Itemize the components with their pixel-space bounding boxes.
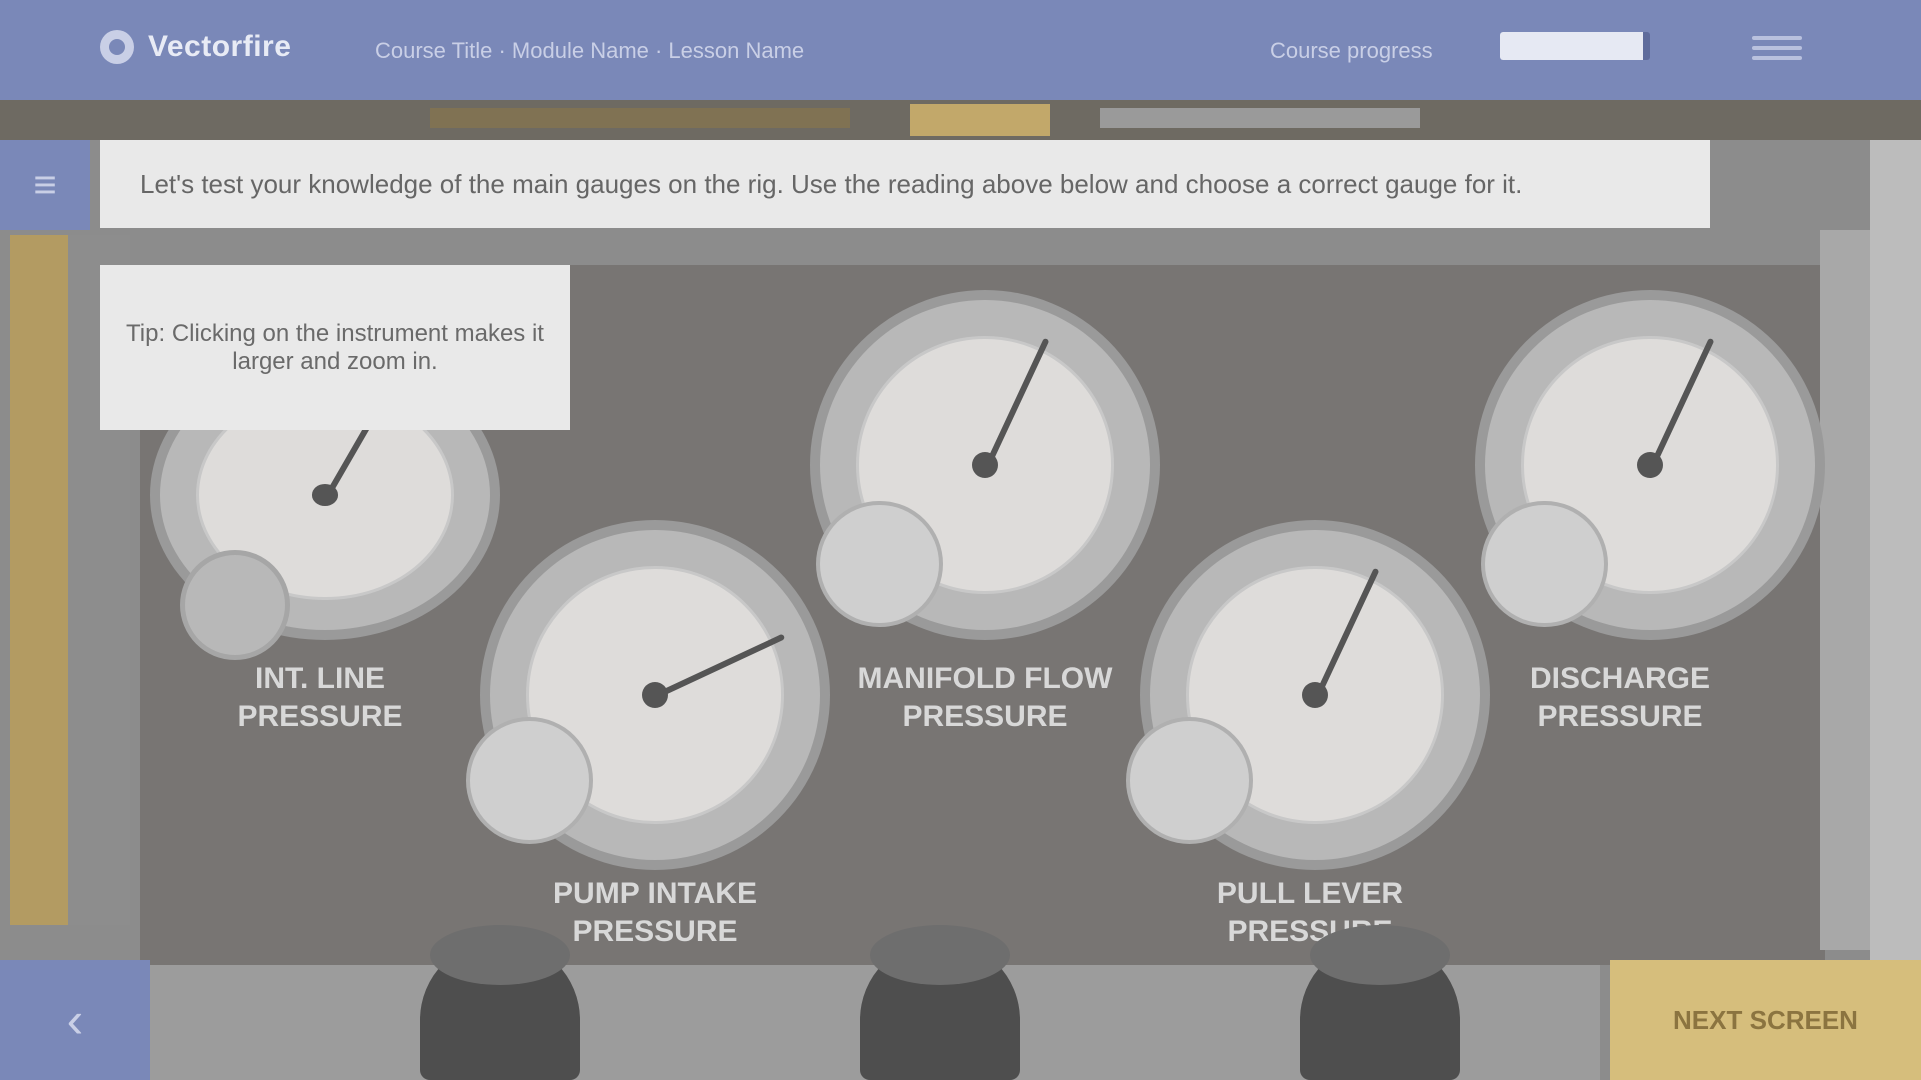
hamburger-icon-line (1752, 46, 1802, 50)
gauge-label-line2: PRESSURE (1537, 699, 1703, 733)
scene-strip-segment (1100, 108, 1420, 128)
panel-post (1820, 230, 1870, 950)
gauge-label: DISCHARGE PRESSURE (1490, 660, 1750, 735)
gauge-label-line1: PULL LEVER (1216, 877, 1404, 910)
control-knob (860, 925, 1020, 1080)
gauge-label-line2: PRESSURE (902, 699, 1068, 733)
gauge-label-line1: DISCHARGE (1529, 662, 1710, 695)
gauge-pump-intake[interactable] (470, 530, 820, 860)
gauge-label: INT. LINE PRESSURE (200, 660, 440, 735)
logo-icon (100, 30, 134, 64)
tip-tooltip: Tip: Clicking on the instrument makes it… (100, 265, 570, 430)
brand: Vectorfire (100, 30, 291, 64)
scene-strip-segment (910, 104, 1050, 136)
scene-strip-segment (430, 108, 850, 128)
gauge-manifold-flow[interactable] (820, 300, 1150, 630)
gauge-small-dial (820, 504, 939, 624)
tip-text: Tip: Clicking on the instrument makes it… (126, 319, 544, 375)
gauge-small-dial (185, 555, 285, 655)
breadcrumb: Course Title · Module Name · Lesson Name (375, 38, 805, 63)
scene-top-strip (0, 100, 1921, 140)
gauge-hub (311, 484, 339, 506)
gauge-label-line1: PUMP INTAKE (553, 877, 757, 910)
gauge-label-line1: INT. LINE (254, 662, 385, 695)
progress-label: Course progress (1270, 38, 1433, 63)
brand-name: Vectorfire (148, 30, 292, 63)
back-button[interactable]: ‹ (0, 960, 150, 1080)
menu-icon: ≡ (33, 162, 57, 207)
gauge-small-dial (1485, 504, 1604, 624)
instruction-banner: Let's test your knowledge of the main ga… (100, 140, 1710, 228)
gauge-label: MANIFOLD FLOW PRESSURE (830, 660, 1140, 735)
gauge-small-dial (470, 721, 589, 841)
sidebar-toggle-button[interactable]: ≡ (0, 140, 90, 230)
scene-wall (1870, 140, 1921, 1000)
panel-rail (10, 235, 130, 925)
gauge-label-line2: PRESSURE (237, 699, 403, 733)
hamburger-icon-line (1752, 36, 1802, 40)
gauge-pull-lever[interactable] (1130, 530, 1480, 860)
progress-fill (1500, 32, 1643, 60)
gauge-discharge[interactable] (1485, 300, 1815, 630)
top-bar: Vectorfire Course Title · Module Name · … (0, 0, 1921, 100)
hamburger-icon-line (1752, 56, 1802, 60)
control-knob (1300, 925, 1460, 1080)
next-screen-button[interactable]: NEXT SCREEN (1610, 960, 1921, 1080)
chevron-left-icon: ‹ (66, 992, 84, 1048)
control-knob (420, 925, 580, 1080)
gauge-label-line1: MANIFOLD FLOW (857, 662, 1113, 695)
progress-bar (1500, 32, 1650, 60)
instruction-text: Let's test your knowledge of the main ga… (140, 168, 1523, 199)
menu-button[interactable] (1752, 30, 1802, 70)
gauge-small-dial (1130, 721, 1249, 841)
